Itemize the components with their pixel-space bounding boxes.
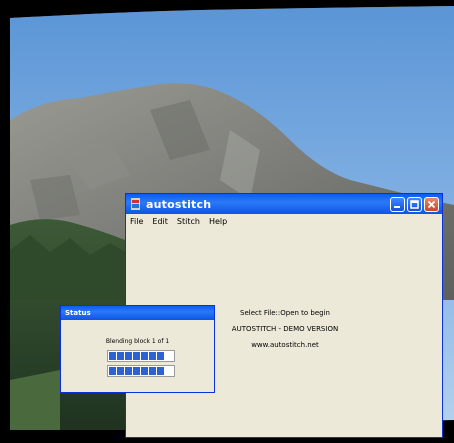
progress-block bbox=[117, 352, 124, 360]
progress-block bbox=[125, 352, 132, 360]
title-bar[interactable]: autostitch bbox=[126, 194, 442, 214]
progress-block bbox=[109, 367, 116, 375]
progress-fill bbox=[109, 367, 164, 375]
progress-bar bbox=[107, 365, 175, 377]
menu-help[interactable]: Help bbox=[209, 217, 227, 226]
autostitch-app-icon bbox=[131, 198, 140, 210]
progress-block bbox=[133, 352, 140, 360]
status-window: Status Blending block 1 of 1 bbox=[60, 305, 215, 393]
progress-block bbox=[149, 367, 156, 375]
close-button[interactable] bbox=[424, 196, 439, 212]
status-message: Blending block 1 of 1 bbox=[105, 338, 170, 345]
progress-block bbox=[109, 352, 116, 360]
window-title: autostitch bbox=[146, 197, 212, 211]
progress-block bbox=[157, 352, 164, 360]
minimize-button[interactable] bbox=[390, 196, 405, 212]
menu-file[interactable]: File bbox=[130, 217, 143, 226]
maximize-icon bbox=[410, 199, 419, 209]
progress-block bbox=[125, 367, 132, 375]
menu-edit[interactable]: Edit bbox=[152, 217, 168, 226]
progress-block bbox=[157, 367, 164, 375]
progress-block bbox=[141, 352, 148, 360]
menu-bar: File Edit Stitch Help bbox=[126, 214, 442, 229]
progress-fill bbox=[109, 352, 164, 360]
close-icon bbox=[427, 200, 436, 208]
progress-block bbox=[117, 367, 124, 375]
progress-block bbox=[133, 367, 140, 375]
maximize-button[interactable] bbox=[407, 196, 422, 212]
progress-block bbox=[141, 367, 148, 375]
status-title-bar[interactable]: Status bbox=[61, 306, 214, 320]
minimize-icon bbox=[394, 205, 400, 208]
menu-stitch[interactable]: Stitch bbox=[177, 217, 200, 226]
progress-bar bbox=[107, 350, 175, 362]
progress-block bbox=[149, 352, 156, 360]
